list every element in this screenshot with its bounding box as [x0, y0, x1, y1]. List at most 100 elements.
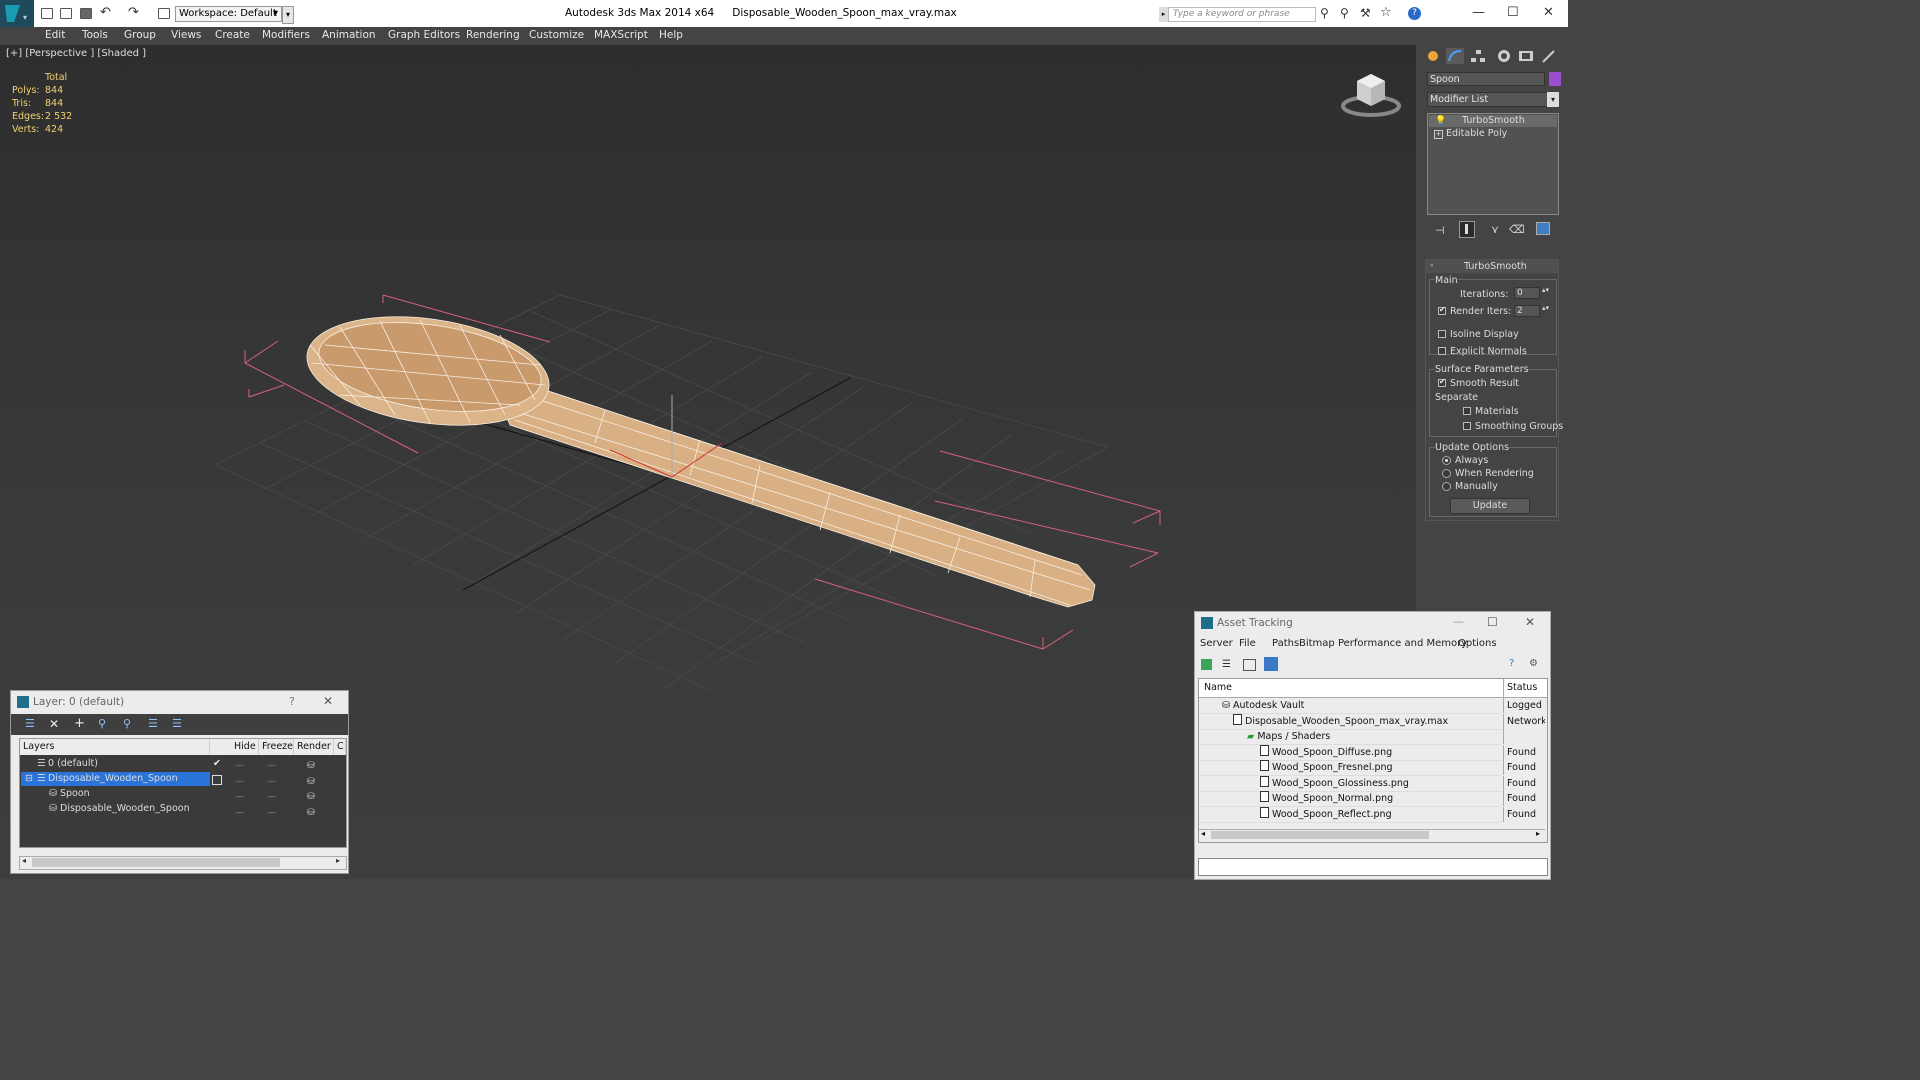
column-render[interactable]: Render	[294, 739, 334, 755]
scroll-right-icon[interactable]: ▸	[1536, 829, 1540, 838]
freeze-all-icon[interactable]: ☰	[172, 717, 182, 730]
spinner-arrows-icon[interactable]: ▴▾	[1542, 304, 1549, 312]
isoline-display-checkbox[interactable]	[1438, 330, 1446, 338]
scrollbar-thumb[interactable]	[1211, 831, 1429, 839]
scroll-left-icon[interactable]: ◂	[22, 856, 26, 865]
scrollbar-thumb[interactable]	[32, 858, 280, 867]
lightbulb-icon[interactable]: 💡	[1435, 115, 1446, 127]
close-button[interactable]: ✕	[1543, 5, 1554, 20]
select-objects-icon[interactable]: ⚲	[98, 717, 106, 730]
make-unique-icon[interactable]: ⋎	[1491, 223, 1499, 236]
workspace-dropdown[interactable]: Workspace: Default ▾	[175, 6, 282, 22]
asset-row[interactable]: ▰ Maps / Shaders	[1200, 729, 1502, 745]
asset-row[interactable]: Wood_Spoon_Glossiness.png	[1200, 776, 1502, 792]
motion-tab-icon[interactable]	[1495, 48, 1513, 64]
asset-row[interactable]: Wood_Spoon_Fresnel.png	[1200, 760, 1502, 776]
render-iters-checkbox[interactable]	[1438, 305, 1446, 315]
menu-modifiers[interactable]: Modifiers	[262, 29, 310, 41]
menu-paths[interactable]: Paths	[1272, 638, 1299, 649]
chevron-down-icon[interactable]: ▾	[1547, 92, 1559, 107]
redo-icon[interactable]: ↷	[128, 5, 139, 20]
menu-customize[interactable]: Customize	[529, 29, 584, 41]
menu-bitmap-performance[interactable]: Bitmap Performance and Memory	[1299, 638, 1467, 649]
menu-views[interactable]: Views	[171, 29, 201, 41]
menu-animation[interactable]: Animation	[322, 29, 376, 41]
layer-row[interactable]: ☰ 0 (default) ✔	[21, 757, 221, 771]
set-active-layer-checkbox[interactable]	[212, 775, 222, 785]
asset-path-field[interactable]	[1198, 858, 1548, 876]
column-name[interactable]: Name	[1204, 682, 1232, 693]
maximize-button[interactable]: ☐	[1507, 5, 1519, 20]
stack-item-turbosmooth[interactable]: 💡 TurboSmooth	[1429, 115, 1557, 127]
rollout-header[interactable]: - TurboSmooth	[1426, 260, 1558, 273]
help-icon[interactable]: ?	[1408, 7, 1421, 20]
maximize-button[interactable]: ☐	[1487, 615, 1498, 629]
refresh-icon[interactable]	[1201, 659, 1212, 670]
communication-icon[interactable]: ⚒	[1360, 6, 1371, 20]
materials-checkbox[interactable]	[1463, 407, 1471, 415]
app-logo-icon[interactable]: ▾	[0, 0, 34, 27]
show-end-result-icon[interactable]	[1459, 221, 1475, 238]
column-hide[interactable]: Hide	[231, 739, 259, 755]
subscription-icon[interactable]: ⚲	[1340, 6, 1349, 20]
menu-edit[interactable]: Edit	[45, 29, 65, 41]
horizontal-scrollbar[interactable]: ◂ ▸	[1199, 829, 1545, 841]
modifier-list-dropdown[interactable]: Modifier List	[1427, 92, 1559, 107]
update-button[interactable]: Update	[1450, 498, 1530, 514]
horizontal-scrollbar[interactable]: ◂ ▸	[19, 856, 347, 870]
scroll-right-icon[interactable]: ▸	[336, 856, 340, 865]
menu-rendering[interactable]: Rendering	[466, 29, 520, 41]
configure-sets-icon[interactable]	[1536, 222, 1550, 235]
menu-maxscript[interactable]: MAXScript	[594, 29, 648, 41]
help-icon[interactable]: ?	[1509, 658, 1514, 669]
layer-row-selected[interactable]: ⊟ ☰ Disposable_Wooden_Spoon	[21, 772, 210, 786]
close-button[interactable]: ✕	[1525, 615, 1535, 629]
smooth-result-checkbox[interactable]	[1438, 377, 1446, 387]
menu-group[interactable]: Group	[124, 29, 156, 41]
binoculars-icon[interactable]: ⚲	[1320, 6, 1329, 20]
explicit-normals-checkbox[interactable]	[1438, 347, 1446, 355]
pin-stack-icon[interactable]: ⊣	[1435, 224, 1445, 237]
asset-row[interactable]: ⛁ Autodesk Vault	[1200, 698, 1502, 714]
workspace-dropdown-arrow[interactable]: ▾	[282, 6, 294, 24]
render-iters-spinner[interactable]: 2	[1514, 305, 1540, 317]
spinner-arrows-icon[interactable]: ▴▾	[1542, 286, 1549, 294]
menu-file[interactable]: File	[1239, 638, 1256, 649]
search-expand-icon[interactable]: ▸	[1159, 7, 1168, 22]
iterations-spinner[interactable]: 0	[1514, 287, 1540, 299]
open-file-icon[interactable]	[60, 8, 72, 19]
save-file-icon[interactable]	[80, 8, 92, 19]
column-layers[interactable]: Layers	[20, 739, 210, 755]
smoothing-groups-checkbox[interactable]	[1463, 422, 1471, 430]
thumbnail-view-icon[interactable]	[1243, 659, 1256, 671]
hide-toggles[interactable]: — — — —	[235, 759, 244, 821]
column-freeze[interactable]: Freeze	[259, 739, 294, 755]
expand-plus-icon[interactable]: +	[1434, 130, 1443, 139]
asset-row[interactable]: Wood_Spoon_Normal.png	[1200, 791, 1502, 807]
always-radio[interactable]	[1442, 456, 1451, 465]
object-color-swatch[interactable]	[1549, 72, 1561, 86]
object-name-field[interactable]: Spoon	[1427, 72, 1545, 86]
search-input[interactable]: Type a keyword or phrase	[1168, 7, 1316, 22]
modify-tab-icon[interactable]	[1446, 48, 1464, 64]
active-layer-check-icon[interactable]: ✔	[213, 757, 221, 771]
layer-object-row[interactable]: ⛁ Spoon	[21, 787, 210, 801]
when-rendering-radio[interactable]	[1442, 469, 1451, 478]
minimize-button[interactable]: —	[1472, 5, 1485, 20]
scroll-left-icon[interactable]: ◂	[1201, 829, 1205, 838]
highlight-layer-icon[interactable]: ⚲	[123, 717, 131, 730]
menu-options[interactable]: Options	[1458, 638, 1497, 649]
remove-modifier-icon[interactable]: ⌫	[1509, 223, 1525, 236]
close-button[interactable]: ✕	[323, 694, 333, 708]
create-tab-icon[interactable]	[1424, 48, 1442, 64]
minimize-button[interactable]: —	[1453, 615, 1464, 628]
undo-icon[interactable]: ↶	[100, 5, 111, 20]
settings-icon[interactable]: ⚙	[1529, 658, 1538, 669]
column-status[interactable]: Status	[1503, 679, 1537, 697]
menu-graph-editors[interactable]: Graph Editors	[388, 29, 460, 41]
hide-all-icon[interactable]: ☰	[148, 717, 158, 730]
menu-create[interactable]: Create	[215, 29, 250, 41]
add-to-layer-icon[interactable]: +	[74, 716, 85, 731]
hierarchy-tab-icon[interactable]	[1469, 48, 1487, 64]
viewcube-icon[interactable]	[1340, 71, 1402, 119]
